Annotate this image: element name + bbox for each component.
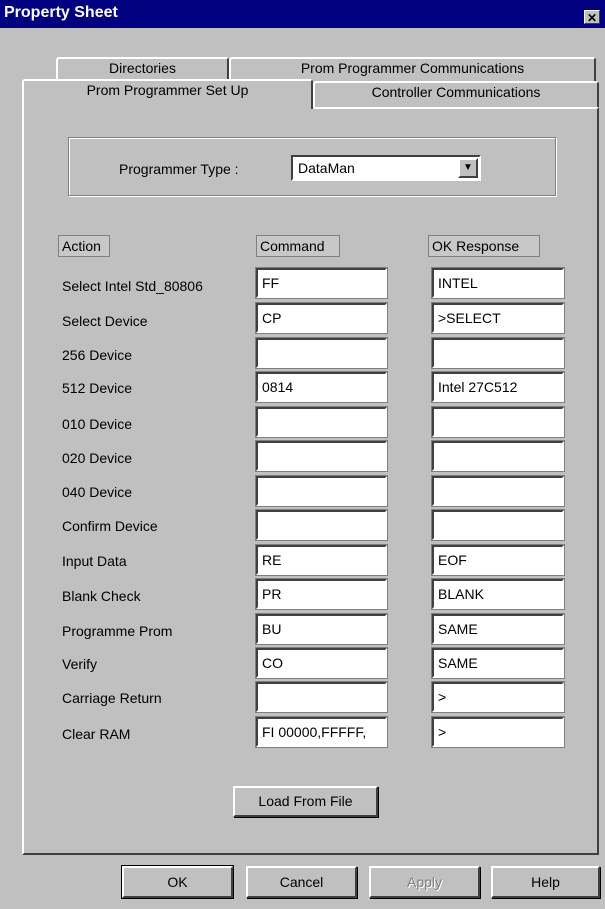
ok-button[interactable]: OK: [121, 865, 234, 899]
response-field[interactable]: [431, 475, 565, 507]
help-button[interactable]: Help: [491, 866, 600, 898]
programmer-type-select[interactable]: DataMan ▼: [291, 155, 481, 181]
title-bar: Property Sheet ✕: [0, 0, 605, 28]
action-label: Blank Check: [62, 588, 141, 604]
command-field[interactable]: CP: [255, 302, 388, 334]
response-field[interactable]: [431, 440, 565, 472]
response-field[interactable]: SAME: [431, 647, 565, 679]
response-field[interactable]: >SELECT: [431, 302, 565, 334]
command-header: Command: [256, 235, 340, 257]
command-field[interactable]: [255, 337, 388, 369]
response-field[interactable]: >: [431, 681, 565, 713]
command-field[interactable]: PR: [255, 578, 388, 610]
chevron-down-icon[interactable]: ▼: [458, 158, 478, 178]
tab-controller-communications[interactable]: Controller Communications: [313, 81, 599, 107]
apply-button[interactable]: Apply: [369, 866, 480, 898]
cancel-button[interactable]: Cancel: [246, 866, 357, 898]
command-field[interactable]: FF: [255, 267, 388, 299]
window-title: Property Sheet: [4, 4, 118, 21]
action-label: 040 Device: [62, 484, 133, 500]
action-label: 512 Device: [62, 380, 133, 396]
command-field[interactable]: CO: [255, 647, 388, 679]
action-label: Select Intel Std_80806: [62, 278, 203, 294]
load-from-file-button[interactable]: Load From File: [233, 786, 378, 817]
programmer-type-label: Programmer Type :: [119, 161, 239, 177]
action-header: Action: [58, 235, 110, 257]
command-field[interactable]: FI 00000,FFFFF,: [255, 716, 388, 748]
action-label: Input Data: [62, 553, 127, 569]
response-field[interactable]: >: [431, 716, 565, 748]
action-label: Programme Prom: [62, 623, 173, 639]
command-field[interactable]: [255, 475, 388, 507]
command-field[interactable]: [255, 681, 388, 713]
response-field[interactable]: BLANK: [431, 578, 565, 610]
response-field[interactable]: SAME: [431, 613, 565, 645]
command-field[interactable]: BU: [255, 613, 388, 645]
action-label: Confirm Device: [62, 518, 158, 534]
command-field[interactable]: 0814: [255, 371, 388, 403]
action-label: Clear RAM: [62, 726, 131, 742]
response-field[interactable]: Intel 27C512: [431, 371, 565, 403]
response-field[interactable]: [431, 509, 565, 541]
command-field[interactable]: [255, 440, 388, 472]
action-label: Select Device: [62, 313, 148, 329]
programmer-type-value: DataMan: [298, 160, 355, 176]
close-icon[interactable]: ✕: [584, 10, 600, 25]
action-label: 020 Device: [62, 450, 133, 466]
response-field[interactable]: [431, 337, 565, 369]
command-field[interactable]: RE: [255, 544, 388, 576]
command-field[interactable]: [255, 406, 388, 438]
action-label: 256 Device: [62, 347, 133, 363]
ok-response-header: OK Response: [428, 235, 540, 257]
response-field[interactable]: INTEL: [431, 267, 565, 299]
action-label: Verify: [62, 656, 98, 672]
action-label: Carriage Return: [62, 690, 162, 706]
response-field[interactable]: [431, 406, 565, 438]
action-label: 010 Device: [62, 416, 133, 432]
tab-prom-programmer-set-up[interactable]: Prom Programmer Set Up: [22, 79, 313, 109]
command-field[interactable]: [255, 509, 388, 541]
response-field[interactable]: EOF: [431, 544, 565, 576]
